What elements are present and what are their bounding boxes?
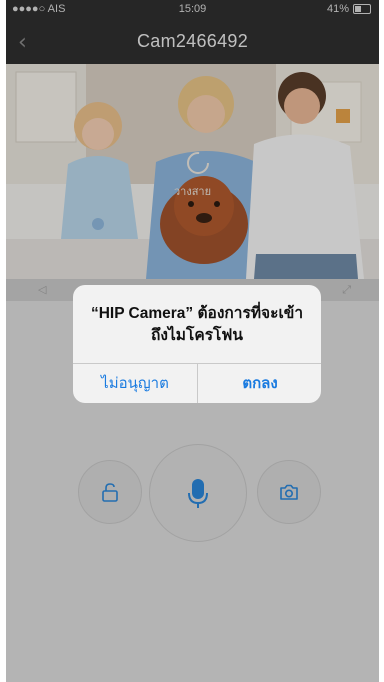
- alert-message: “HIP Camera” ต้องการที่จะเข้าถึงไมโครโฟน: [90, 305, 304, 344]
- permission-alert: “HIP Camera” ต้องการที่จะเข้าถึงไมโครโฟน…: [73, 285, 321, 403]
- deny-button[interactable]: ไม่อนุญาต: [73, 363, 197, 403]
- ok-button[interactable]: ตกลง: [198, 363, 321, 403]
- app-screen: ●●●●○ AIS 15:09 41% ‹ Cam2466492 วางสาย …: [6, 0, 379, 682]
